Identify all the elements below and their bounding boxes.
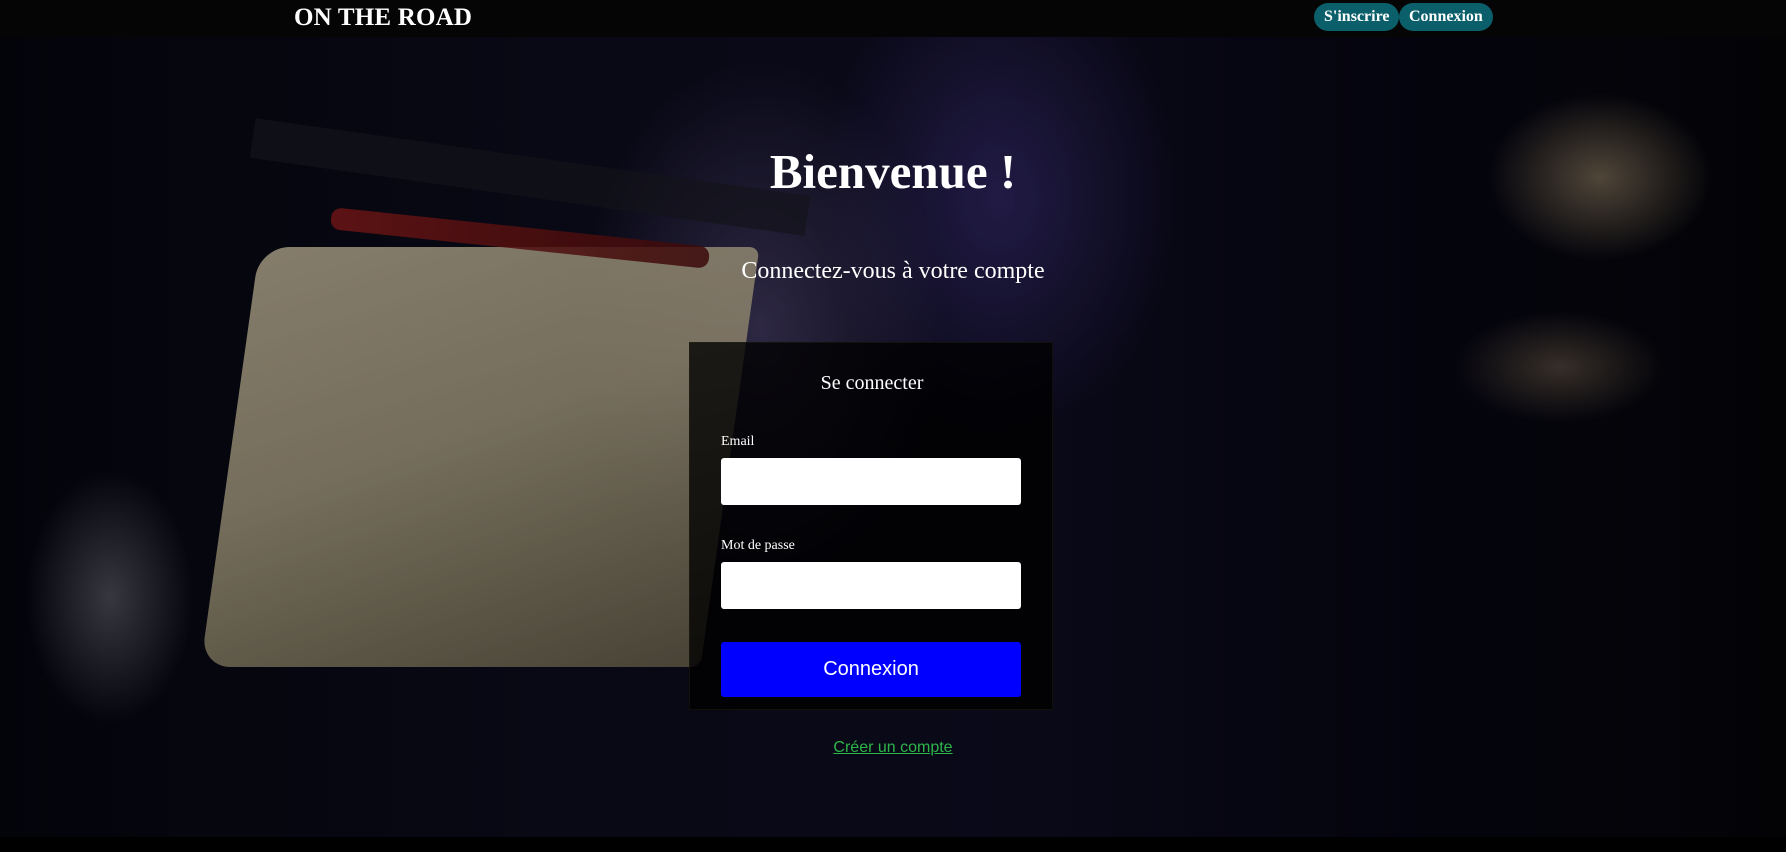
login-submit-button[interactable]: Connexion (721, 642, 1021, 697)
welcome-subtitle: Connectez-vous à votre compte (741, 258, 1045, 284)
email-field[interactable] (721, 458, 1021, 505)
login-card-title: Se connecter (820, 372, 924, 394)
signup-nav-button[interactable]: S'inscrire (1314, 3, 1400, 31)
password-label: Mot de passe (721, 538, 795, 553)
create-account-link[interactable]: Créer un compte (833, 739, 952, 756)
create-account-container: Créer un compte (0, 739, 1786, 757)
email-label: Email (721, 434, 755, 449)
brand-logo[interactable]: ON THE ROAD (294, 3, 472, 33)
login-nav-button[interactable]: Connexion (1399, 3, 1493, 31)
welcome-heading: Bienvenue ! (769, 144, 1017, 199)
login-card: Se connecter Email Mot de passe Connexio… (689, 342, 1053, 710)
password-field[interactable] (721, 562, 1021, 609)
top-navbar: ON THE ROAD S'inscrire Connexion (0, 0, 1786, 37)
